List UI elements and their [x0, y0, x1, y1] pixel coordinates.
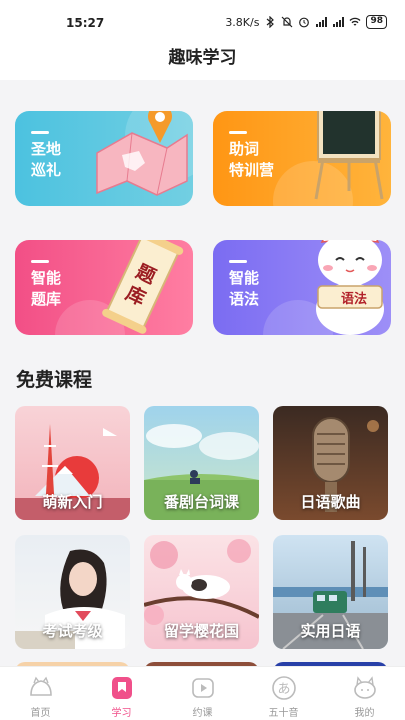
cat-face-icon: [352, 675, 378, 701]
course-label: 日语歌曲: [300, 493, 361, 511]
course-tile[interactable]: 实用日语: [273, 535, 388, 649]
course-tile[interactable]: 萌新入门: [15, 406, 130, 520]
course-label: 留学樱花国: [163, 622, 239, 640]
svg-text:あ: あ: [277, 682, 290, 697]
card-label: 圣地 巡礼: [31, 140, 62, 179]
course-tile[interactable]: 番剧台词课: [144, 406, 259, 520]
card-bar: [229, 260, 247, 263]
course-tile[interactable]: 日语歌曲: [273, 406, 388, 520]
tab-booking[interactable]: 约课: [162, 667, 243, 720]
tab-label: 五十音: [268, 708, 299, 719]
course-label: 萌新入门: [42, 493, 103, 511]
home-icon: [28, 675, 54, 701]
card-bar: [229, 131, 247, 134]
card-bar: [31, 260, 49, 263]
mute-icon: [282, 16, 293, 28]
tab-label: 学习: [111, 708, 132, 719]
course-label: 实用日语: [300, 622, 361, 640]
signal-icon: [316, 17, 328, 27]
bottom-tab-bar: 首页 学习 约课 あ 五十音 我的: [0, 666, 405, 720]
kana-icon: あ: [271, 675, 297, 701]
card-label: 智能 语法: [229, 269, 260, 308]
tab-label: 我的: [354, 708, 375, 719]
tab-study[interactable]: 学习: [81, 667, 162, 720]
card-grammar[interactable]: 智能 语法 语法: [213, 240, 391, 335]
course-tile[interactable]: 留学樱花国: [144, 535, 259, 649]
tab-label: 首页: [30, 708, 51, 719]
card-label: 助词 特训营: [229, 140, 275, 179]
tab-kana[interactable]: あ 五十音: [243, 667, 324, 720]
tab-label: 约课: [192, 708, 213, 719]
card-particle-camp[interactable]: 助词 特训营: [213, 111, 391, 206]
free-courses-title: 免费课程: [16, 369, 93, 391]
course-label: 考试考级: [42, 622, 103, 640]
scroll-text: 语法: [341, 292, 368, 307]
battery-icon: 98: [366, 15, 387, 29]
chalkboard-icon: [314, 111, 384, 200]
card-pilgrimage[interactable]: 圣地 巡礼: [15, 111, 193, 206]
wifi-icon: [350, 17, 361, 26]
status-icons: 3.8K/s 98: [225, 15, 387, 29]
status-bar: 15:27 3.8K/s 98: [0, 0, 405, 44]
bluetooth-icon: [267, 16, 275, 28]
map-pin-icon: [96, 111, 188, 196]
signal-icon-2: [333, 17, 345, 27]
page-title: 趣味学习: [0, 44, 405, 80]
tab-mine[interactable]: 我的: [324, 667, 405, 720]
network-speed: 3.8K/s: [225, 15, 260, 29]
alarm-icon: [299, 17, 310, 28]
course-tile[interactable]: 考试考级: [15, 535, 130, 649]
card-question-bank[interactable]: 智能 题库 题库: [15, 240, 193, 335]
card-bar: [31, 131, 49, 134]
bookmark-icon: [109, 675, 135, 701]
tab-home[interactable]: 首页: [0, 667, 81, 720]
course-label: 番剧台词课: [163, 493, 239, 511]
status-time: 15:27: [66, 16, 105, 30]
play-icon: [190, 675, 216, 701]
card-label: 智能 题库: [31, 269, 62, 308]
